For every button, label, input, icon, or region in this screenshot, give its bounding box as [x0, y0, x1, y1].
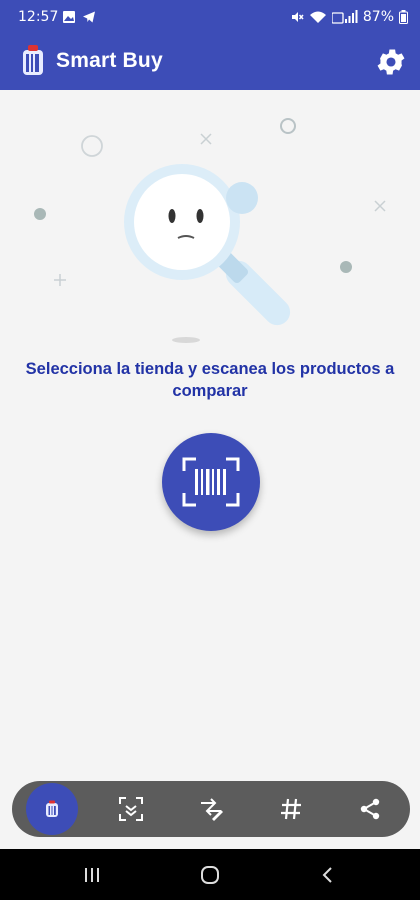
signal-icon [331, 10, 358, 24]
main-content: Selecciona la tienda y escanea los produ… [0, 90, 420, 780]
mute-icon [291, 12, 304, 22]
empty-state-illustration [34, 118, 386, 343]
image-icon [63, 11, 75, 23]
hash-icon [280, 798, 301, 820]
nav-item-compare[interactable] [171, 781, 251, 837]
scan-button[interactable] [162, 433, 260, 531]
wifi-icon [309, 11, 326, 23]
nav-item-code[interactable] [251, 781, 331, 837]
bottom-navigation [12, 781, 410, 837]
battery-icon [399, 10, 408, 24]
nav-item-scan[interactable] [92, 781, 172, 837]
nav-item-store[interactable] [12, 781, 92, 837]
recents-icon [85, 868, 99, 882]
back-icon [322, 867, 332, 883]
compare-edit-icon [200, 798, 223, 821]
telegram-icon [83, 11, 95, 23]
system-navigation-bar [0, 849, 420, 900]
home-icon [201, 866, 219, 884]
share-icon [360, 798, 380, 820]
status-time: 12:57 [18, 9, 59, 25]
back-button[interactable] [316, 863, 340, 887]
status-bar: 12:57 87% [0, 0, 420, 36]
settings-button[interactable] [374, 45, 408, 79]
instruction-message: Selecciona la tienda y escanea los produ… [25, 360, 395, 400]
recents-button[interactable] [80, 863, 104, 887]
home-button[interactable] [198, 863, 222, 887]
nav-item-share[interactable] [330, 781, 410, 837]
battery-level: 87% [362, 9, 394, 25]
app-title: Smart Buy [56, 49, 163, 72]
scan-frame-icon [119, 797, 144, 821]
gear-icon [377, 49, 405, 75]
app-logo-icon [23, 45, 43, 75]
barcode-scan-icon [182, 457, 240, 507]
app-bar: Smart Buy [0, 36, 420, 90]
store-icon [45, 800, 58, 817]
